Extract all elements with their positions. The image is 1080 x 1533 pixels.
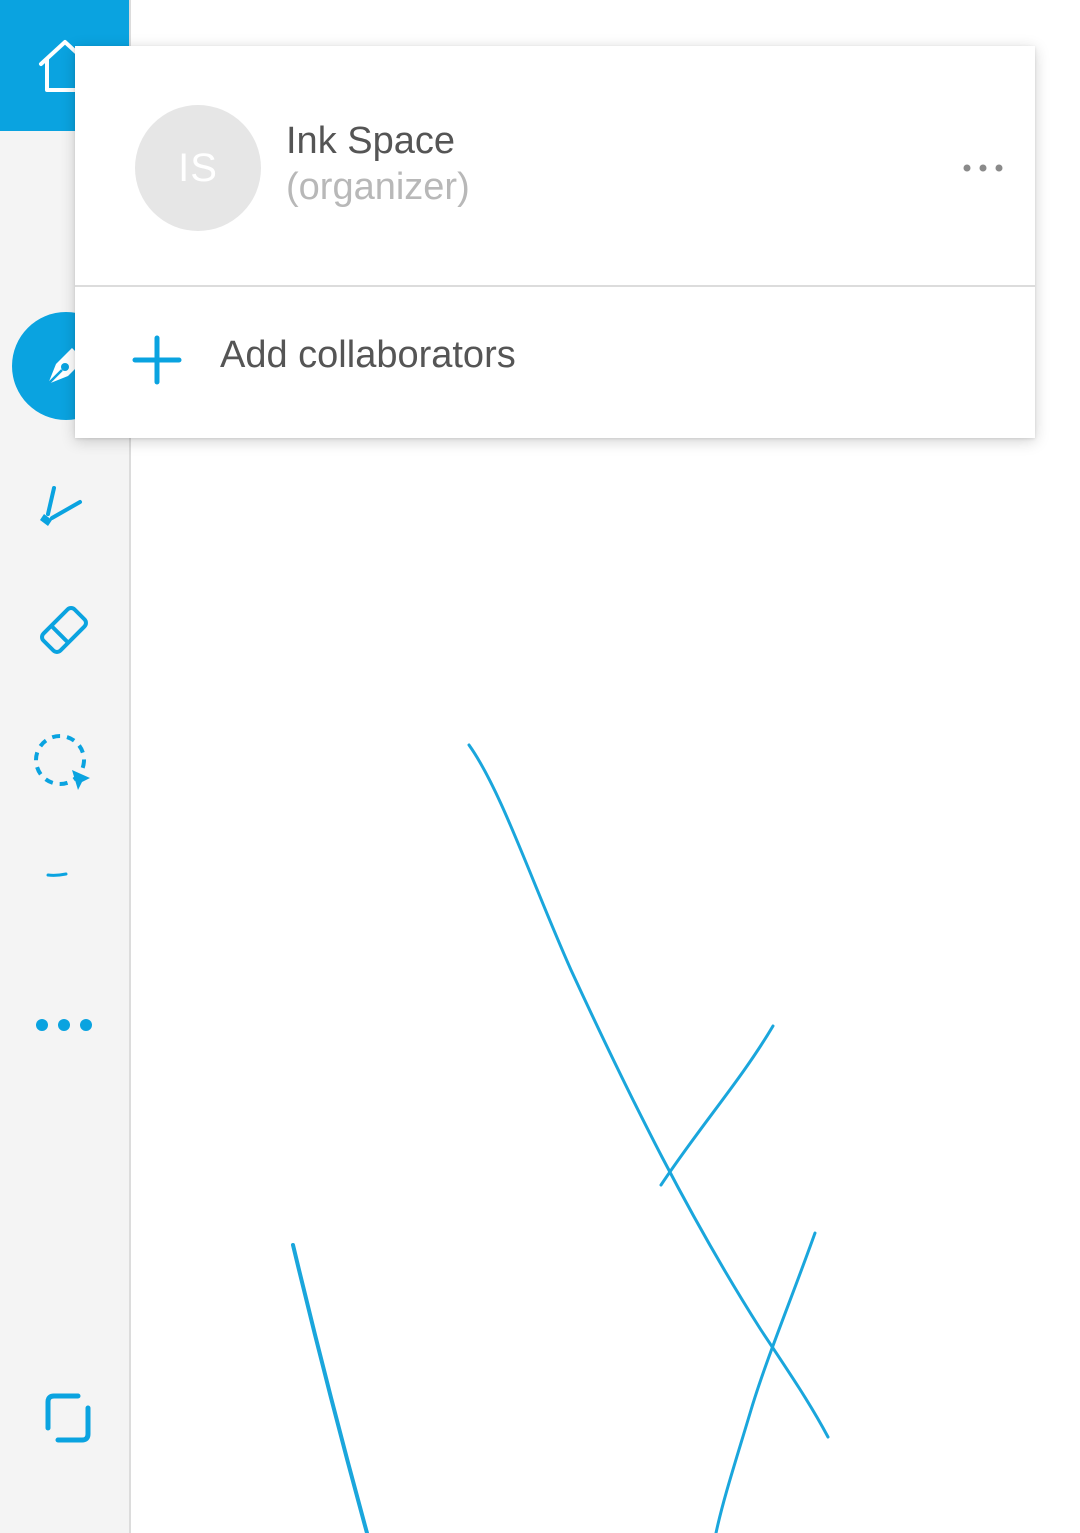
ink-stroke xyxy=(291,1243,369,1533)
eraser-icon xyxy=(40,606,88,654)
more-horizontal-icon xyxy=(963,164,1003,172)
highlighter-icon xyxy=(40,486,82,526)
plus-icon xyxy=(132,335,182,385)
lasso-select-icon xyxy=(34,734,90,790)
fullscreen-icon xyxy=(45,1393,91,1443)
collaborator-row: IS Ink Space (organizer) xyxy=(75,46,1035,286)
collaborators-popup: IS Ink Space (organizer) Add collaborato… xyxy=(75,46,1035,438)
more-dots-icon xyxy=(36,1019,92,1031)
ink-stroke xyxy=(714,1231,817,1533)
lasso-select-tool-button[interactable] xyxy=(22,722,106,806)
stroke-preview-icon xyxy=(46,872,68,877)
add-collaborators-button[interactable]: Add collaborators xyxy=(75,287,1035,438)
ink-stroke xyxy=(659,1024,775,1187)
ink-stroke xyxy=(467,743,830,1439)
highlighter-tool-button[interactable] xyxy=(22,462,106,546)
ink-space-app: IS Ink Space (organizer) Add collaborato… xyxy=(0,0,1080,1533)
fullscreen-button[interactable] xyxy=(22,1372,114,1464)
stroke-preview-button[interactable] xyxy=(22,842,106,892)
avatar: IS xyxy=(135,105,261,231)
collaborator-role: (organizer) xyxy=(286,166,470,208)
add-collaborators-label: Add collaborators xyxy=(220,334,516,376)
eraser-tool-button[interactable] xyxy=(22,588,106,672)
more-tools-button[interactable] xyxy=(22,1000,106,1050)
collaborator-name: Ink Space xyxy=(286,120,455,162)
collaborator-menu-button[interactable] xyxy=(955,146,1011,190)
